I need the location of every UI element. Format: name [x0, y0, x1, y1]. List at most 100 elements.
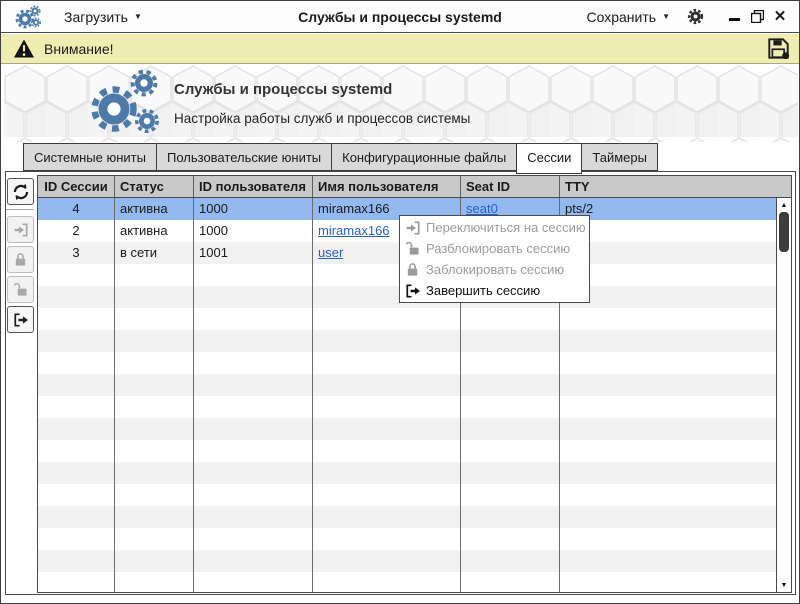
vertical-scrollbar[interactable]: ▲ ▼ [776, 198, 791, 592]
table-empty-row [38, 374, 776, 396]
app-gears-icon [14, 4, 42, 30]
cell [560, 506, 776, 528]
cell [461, 308, 560, 330]
cell [38, 572, 115, 592]
scrollbar-thumb[interactable] [779, 212, 789, 252]
menu-item-label: Переключиться на сессию [426, 220, 586, 235]
cell: в сети [115, 242, 194, 264]
lock-icon [404, 262, 421, 277]
cell-link[interactable]: miramax166 [318, 223, 390, 238]
cell [313, 528, 461, 550]
cell [194, 528, 313, 550]
column-header-6[interactable]: TTY [560, 176, 791, 197]
cell-link[interactable]: user [318, 245, 343, 260]
menu-item-unlock-session: Разблокировать сессию [400, 238, 589, 259]
cell [313, 506, 461, 528]
cell [38, 286, 115, 308]
cell [461, 440, 560, 462]
table-empty-row [38, 308, 776, 330]
scroll-up-icon[interactable]: ▲ [777, 199, 791, 211]
logout-icon [13, 312, 29, 328]
cell [560, 242, 776, 264]
tab-config-files[interactable]: Конфигурационные файлы [331, 143, 518, 171]
switch-session-button [7, 216, 34, 243]
column-header-2[interactable]: Статус [115, 176, 194, 197]
cell: 2 [38, 220, 115, 242]
cell [313, 396, 461, 418]
cell [461, 396, 560, 418]
tab-timers[interactable]: Таймеры [581, 143, 658, 171]
floppy-save-icon[interactable] [767, 37, 790, 60]
cell [38, 396, 115, 418]
table-empty-row [38, 550, 776, 572]
load-dropdown-button[interactable]: Загрузить ▼ [64, 9, 142, 25]
cell [461, 374, 560, 396]
cell [115, 396, 194, 418]
menu-item-terminate-session[interactable]: Завершить сессию [400, 280, 589, 301]
column-header-3[interactable]: ID пользователя [194, 176, 313, 197]
column-header-4[interactable]: Имя пользователя [313, 176, 461, 197]
cell [115, 352, 194, 374]
refresh-button[interactable] [7, 178, 34, 205]
cell [461, 352, 560, 374]
cell [115, 550, 194, 572]
cell [194, 462, 313, 484]
table-header-row: ID Сессии Статус ID пользователя Имя пользо… [38, 176, 791, 198]
table-empty-row [38, 440, 776, 462]
cell [194, 374, 313, 396]
banner-subtitle: Настройка работы служб и процессов систе… [174, 111, 471, 126]
close-button[interactable]: ✕ [773, 9, 787, 24]
minimize-icon [728, 18, 740, 21]
tab-sessions[interactable]: Сессии [516, 143, 583, 174]
table-empty-row [38, 396, 776, 418]
cell [461, 572, 560, 592]
terminate-session-button[interactable] [7, 306, 34, 333]
save-dropdown-label: Сохранить [586, 8, 657, 25]
cell [560, 352, 776, 374]
cell [461, 550, 560, 572]
lock-session-button [7, 246, 34, 273]
table-empty-row [38, 572, 776, 592]
chevron-down-icon: ▼ [133, 12, 142, 21]
tab-user-units[interactable]: Пользовательские юниты [155, 143, 333, 171]
minimize-button[interactable] [727, 10, 741, 24]
settings-gear-icon[interactable] [686, 7, 705, 26]
save-dropdown-button[interactable]: Сохранить ▼ [587, 9, 671, 25]
logout-icon [404, 283, 421, 299]
cell-link[interactable]: seat0 [466, 201, 498, 216]
menu-item-label: Завершить сессию [426, 283, 541, 298]
cell: активна [115, 220, 194, 242]
cell [313, 418, 461, 440]
warning-icon [13, 39, 35, 58]
cell [560, 330, 776, 352]
table-empty-row [38, 528, 776, 550]
session-context-menu: Переключиться на сессию Разблокировать се… [399, 215, 590, 303]
cell [560, 528, 776, 550]
cell [560, 396, 776, 418]
cell [313, 330, 461, 352]
cell: активна [115, 198, 194, 220]
toolbar-separator [6, 209, 34, 210]
menu-item-switch-to-session: Переключиться на сессию [400, 217, 589, 238]
cell: 4 [38, 198, 115, 220]
cell: 1000 [194, 220, 313, 242]
cell: 3 [38, 242, 115, 264]
cell [194, 506, 313, 528]
cell [115, 330, 194, 352]
cell [194, 418, 313, 440]
lock-icon [13, 252, 28, 267]
cell [38, 440, 115, 462]
column-header-5[interactable]: Seat ID [461, 176, 560, 197]
cell [560, 550, 776, 572]
column-header-1[interactable]: ID Сессии [38, 176, 115, 197]
maximize-button[interactable] [750, 10, 764, 24]
tab-system-units[interactable]: Системные юниты [23, 143, 157, 171]
cell [115, 440, 194, 462]
cell [194, 264, 313, 286]
table-empty-row [38, 506, 776, 528]
cell [38, 418, 115, 440]
cell [560, 418, 776, 440]
cell [313, 484, 461, 506]
cell [38, 264, 115, 286]
scroll-down-icon[interactable]: ▼ [777, 579, 791, 591]
